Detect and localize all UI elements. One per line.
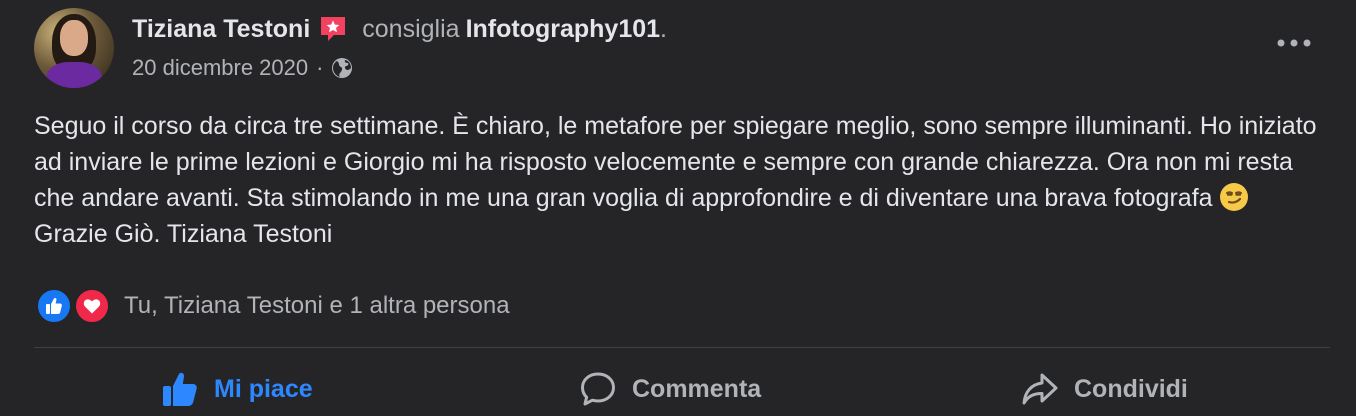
- post-text-closing: Grazie Giò. Tiziana Testoni: [34, 220, 333, 248]
- post-text: Seguo il corso da circa tre settimane. È…: [34, 108, 1324, 252]
- author-avatar[interactable]: [34, 8, 114, 88]
- comment-button[interactable]: Commenta: [578, 366, 761, 412]
- reactions-summary[interactable]: Tu, Tiziana Testoni e 1 altra persona: [36, 286, 510, 326]
- post-meta: 20 dicembre 2020 ·: [132, 53, 353, 83]
- smirking-face-emoji-icon: [1219, 182, 1249, 212]
- recommend-badge-icon: [318, 14, 348, 44]
- share-label: Condividi: [1074, 374, 1188, 403]
- recommends-text: consiglia: [362, 14, 460, 43]
- share-button[interactable]: Condividi: [1020, 366, 1188, 412]
- post-text-main: Seguo il corso da circa tre settimane. È…: [34, 112, 1317, 212]
- meta-separator: ·: [316, 55, 324, 80]
- like-button[interactable]: Mi piace: [160, 366, 313, 412]
- post-header: Tiziana Testoni consiglia Infotography10…: [132, 12, 667, 46]
- like-label: Mi piace: [214, 374, 313, 403]
- thumbs-up-icon: [160, 369, 200, 409]
- actions-divider: [34, 347, 1330, 348]
- globe-icon[interactable]: [331, 57, 353, 79]
- comment-label: Commenta: [632, 374, 762, 403]
- share-icon: [1020, 369, 1060, 409]
- header-period: .: [660, 14, 667, 43]
- reaction-summary-text[interactable]: Tu, Tiziana Testoni e 1 altra persona: [124, 292, 510, 320]
- like-reaction-icon: [36, 288, 72, 324]
- reaction-icons: [36, 286, 112, 326]
- page-link[interactable]: Infotography101: [466, 15, 660, 44]
- post-card: Tiziana Testoni consiglia Infotography10…: [0, 0, 1356, 414]
- author-name[interactable]: Tiziana Testoni: [132, 15, 310, 44]
- comment-icon: [578, 369, 618, 409]
- post-date[interactable]: 20 dicembre 2020: [132, 55, 308, 81]
- more-options-button[interactable]: [1272, 28, 1316, 58]
- love-reaction-icon: [74, 288, 110, 324]
- more-icon: [1277, 39, 1311, 47]
